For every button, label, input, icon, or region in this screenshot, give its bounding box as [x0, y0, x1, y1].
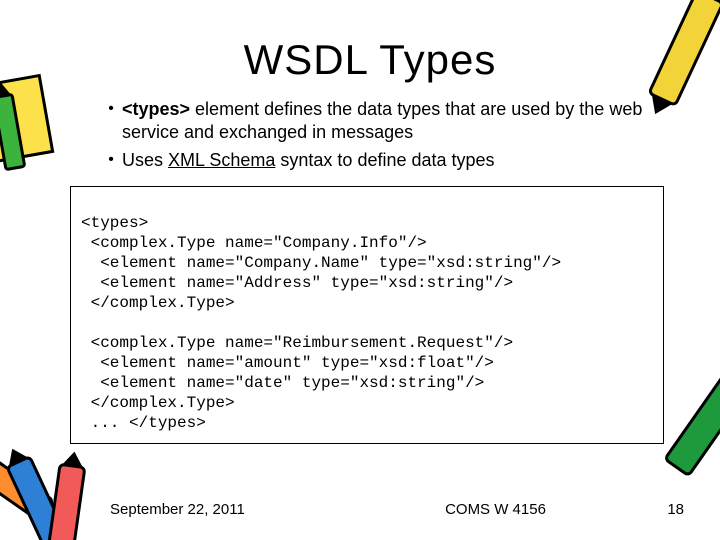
types-tag-bold: <types>	[122, 99, 190, 119]
code-line: <element name="date" type="xsd:string"/>	[81, 374, 484, 392]
code-line: ... </types>	[81, 414, 206, 432]
xml-schema-link[interactable]: XML Schema	[168, 150, 275, 170]
bullet-text: <types> element defines the data types t…	[122, 98, 660, 145]
bullet-item: • Uses XML Schema syntax to define data …	[100, 149, 660, 172]
code-line: </complex.Type>	[81, 294, 235, 312]
slide: WSDL Types • <types> element defines the…	[0, 0, 720, 540]
footer-course: COMS W 4156	[367, 501, 624, 518]
bullet-list: • <types> element defines the data types…	[100, 98, 660, 172]
code-example-box: <types> <complex.Type name="Company.Info…	[70, 186, 664, 444]
bullet-text-after: syntax to define data types	[275, 150, 494, 170]
code-line: <types>	[81, 214, 148, 232]
code-line: <element name="Company.Name" type="xsd:s…	[81, 254, 561, 272]
code-line: <complex.Type name="Company.Info"/>	[81, 234, 427, 252]
bullet-text-before: Uses	[122, 150, 168, 170]
bullet-dot-icon: •	[100, 149, 122, 171]
bullet-text: Uses XML Schema syntax to define data ty…	[122, 149, 660, 172]
code-line: <complex.Type name="Reimbursement.Reques…	[81, 334, 513, 352]
bullet-text-rest: element defines the data types that are …	[122, 99, 642, 142]
decoration-top-left	[0, 80, 48, 160]
footer-date: September 22, 2011	[110, 501, 367, 518]
decoration-top-right	[670, 0, 702, 106]
code-line: <element name="amount" type="xsd:float"/…	[81, 354, 494, 372]
bullet-dot-icon: •	[100, 98, 122, 120]
footer-page: 18	[624, 501, 684, 518]
code-line: </complex.Type>	[81, 394, 235, 412]
code-line: <element name="Address" type="xsd:string…	[81, 274, 513, 292]
bullet-item: • <types> element defines the data types…	[100, 98, 660, 145]
slide-footer: September 22, 2011 COMS W 4156 18	[0, 501, 720, 518]
decoration-bottom-right	[696, 354, 720, 480]
code-block-2: <complex.Type name="Reimbursement.Reques…	[81, 333, 653, 433]
slide-title: WSDL Types	[70, 36, 670, 84]
